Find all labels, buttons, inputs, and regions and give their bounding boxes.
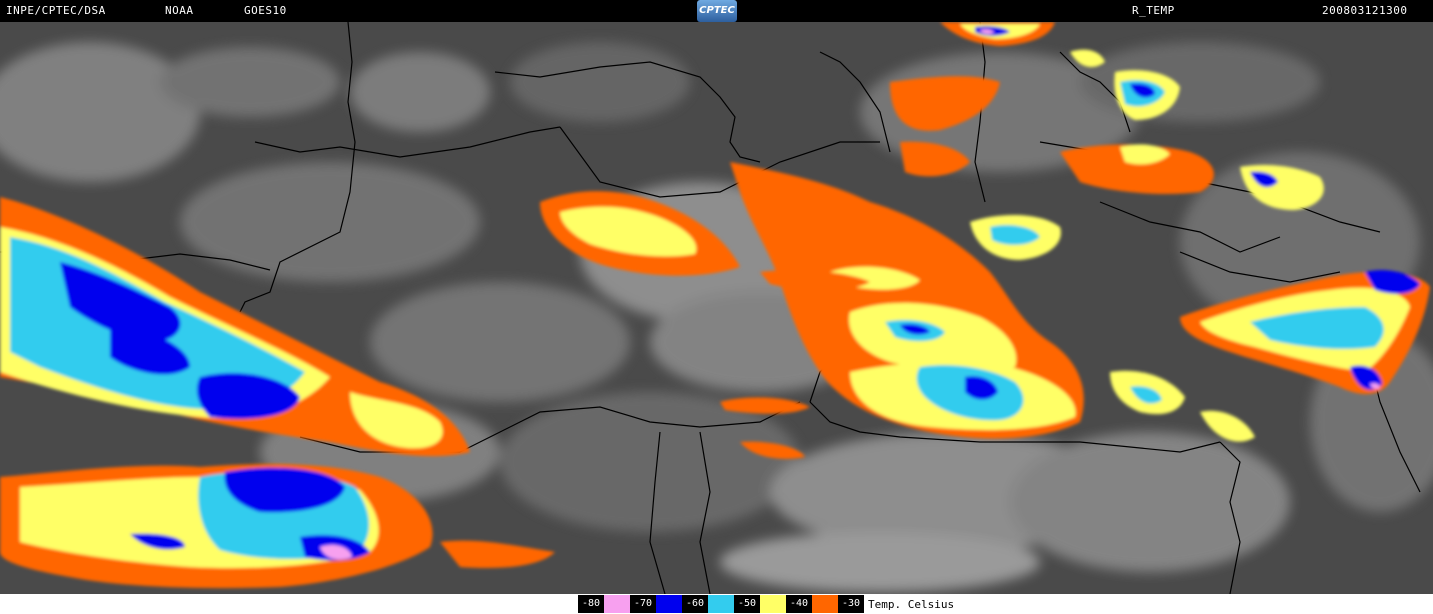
legend-swatch-minus70: [656, 595, 682, 613]
legend-label-minus50: -50: [734, 595, 760, 613]
datetime-label: 200803121300: [1322, 4, 1408, 17]
satellite-image: [0, 22, 1433, 594]
header-bar: INPE/CPTEC/DSA NOAA GOES10 CPTEC R_TEMP …: [0, 0, 1433, 22]
legend-swatch-minus60: [708, 595, 734, 613]
legend-label-minus30: -30: [838, 595, 864, 613]
satellite-label: GOES10: [244, 4, 287, 17]
legend-title: Temp. Celsius: [868, 597, 955, 611]
logo-text: CPTEC: [699, 5, 735, 16]
legend-label-minus70: -70: [630, 595, 656, 613]
source-label: INPE/CPTEC/DSA: [6, 4, 106, 17]
product-label: R_TEMP: [1132, 4, 1175, 17]
legend-label-minus40: -40: [786, 595, 812, 613]
agency-label: NOAA: [165, 4, 194, 17]
legend-label-minus80: -80: [578, 595, 604, 613]
legend-swatch-minus40: [812, 595, 838, 613]
satellite-map: [0, 22, 1433, 594]
legend-label-minus60: -60: [682, 595, 708, 613]
legend-swatch-minus80: [604, 595, 630, 613]
cptec-logo-icon: CPTEC: [697, 0, 737, 22]
legend-row: -80 -70 -60 -50 -40 -30 Temp. Celsius: [578, 595, 954, 613]
legend-swatch-minus50: [760, 595, 786, 613]
temperature-legend: -80 -70 -60 -50 -40 -30 Temp. Celsius: [0, 594, 1433, 614]
